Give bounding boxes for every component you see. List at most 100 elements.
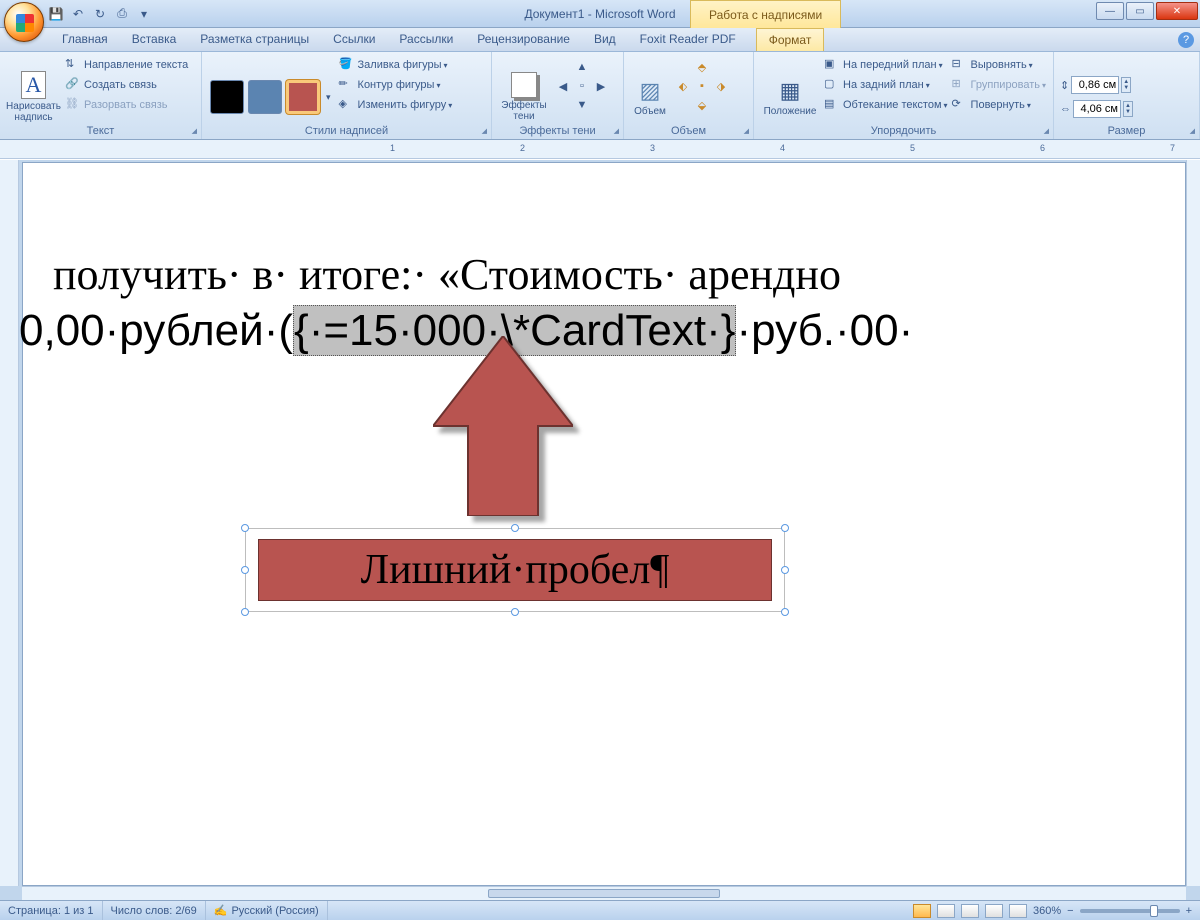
align-button[interactable]: ⊟Выровнять▾ — [952, 55, 1047, 75]
office-button[interactable] — [4, 2, 44, 42]
style-red-swatch[interactable] — [286, 80, 320, 114]
create-link-button[interactable]: 🔗Создать связь — [65, 75, 188, 95]
selection-handle-e[interactable] — [781, 566, 789, 574]
qat-save-icon[interactable]: 💾 — [46, 4, 66, 24]
height-spin-arrows[interactable]: ▲▼ — [1121, 77, 1131, 93]
view-outline-button[interactable] — [985, 904, 1003, 918]
doc-line-1[interactable]: получить· в· итоге:· «Стоимость· арендно — [53, 249, 841, 300]
textbox-shape[interactable]: Лишний·пробел¶ — [245, 528, 785, 612]
view-print-layout-button[interactable] — [913, 904, 931, 918]
status-language[interactable]: ✍Русский (Россия) — [206, 901, 328, 920]
tab-references[interactable]: Ссылки — [321, 28, 387, 51]
qat-redo-icon[interactable]: ↻ — [90, 4, 110, 24]
textbox-frame[interactable]: Лишний·пробел¶ — [245, 528, 785, 612]
style-black-swatch[interactable] — [210, 80, 244, 114]
status-word-count[interactable]: Число слов: 2/69 — [103, 901, 206, 920]
selection-handle-ne[interactable] — [781, 524, 789, 532]
shadow-group-label: Эффекты тени — [492, 125, 623, 137]
help-icon[interactable]: ? — [1178, 32, 1194, 48]
scrollbar-thumb[interactable] — [488, 889, 721, 898]
horizontal-ruler[interactable]: 1 2 3 4 5 6 7 — [0, 140, 1200, 159]
horizontal-scrollbar[interactable] — [22, 886, 1186, 900]
maximize-button[interactable]: ▭ — [1126, 2, 1154, 20]
qat-undo-icon[interactable]: ↶ — [68, 4, 88, 24]
nudge-left-icon[interactable]: ◀ — [554, 80, 572, 98]
nudge-center-icon[interactable]: ▫ — [573, 80, 591, 98]
style-blue-swatch[interactable] — [248, 80, 282, 114]
height-spinner[interactable]: ⇕ ▲▼ — [1060, 75, 1193, 95]
shape-fill-button[interactable]: 🪣Заливка фигуры▾ — [339, 55, 453, 75]
rotate-icon: ⟳ — [952, 97, 968, 113]
width-icon: ⇔ — [1060, 103, 1071, 115]
size-group-label: Размер — [1054, 125, 1199, 137]
tab-home[interactable]: Главная — [50, 28, 120, 51]
tab-format[interactable]: Формат — [756, 28, 825, 51]
qat-print-icon[interactable]: ⎙ — [112, 4, 132, 24]
width-input[interactable] — [1073, 100, 1121, 118]
text-direction-icon: ⇅ — [65, 57, 81, 73]
textbox-content[interactable]: Лишний·пробел¶ — [258, 539, 772, 601]
tab-foxit[interactable]: Foxit Reader PDF — [628, 28, 748, 51]
up-arrow-shape[interactable] — [433, 336, 573, 516]
change-shape-button[interactable]: ◈Изменить фигуру▾ — [339, 95, 453, 115]
selection-handle-n[interactable] — [511, 524, 519, 532]
selection-handle-nw[interactable] — [241, 524, 249, 532]
vertical-ruler[interactable] — [0, 160, 19, 886]
width-spinner[interactable]: ⇔ ▲▼ — [1060, 99, 1193, 119]
zoom-slider[interactable] — [1080, 909, 1180, 913]
group-icon: ⊞ — [952, 77, 968, 93]
vertical-scrollbar[interactable] — [1186, 160, 1200, 886]
break-link-button[interactable]: ⛓Разорвать связь — [65, 95, 188, 115]
status-page[interactable]: Страница: 1 из 1 — [0, 901, 103, 920]
status-zoom[interactable]: 360% — [1033, 905, 1061, 917]
zoom-out-button[interactable]: − — [1067, 905, 1073, 917]
shadow-square-icon — [511, 72, 537, 98]
selection-handle-w[interactable] — [241, 566, 249, 574]
style-gallery-more-icon[interactable]: ▾ — [326, 92, 331, 103]
paint-bucket-icon: 🪣 — [339, 57, 355, 73]
tab-mailings[interactable]: Рассылки — [387, 28, 465, 51]
send-back-button[interactable]: ▢На задний план▾ — [824, 75, 948, 95]
qat-dropdown-icon[interactable]: ▾ — [134, 4, 154, 24]
view-fullscreen-button[interactable] — [937, 904, 955, 918]
nudge-down-icon[interactable]: ▼ — [573, 99, 591, 117]
selection-handle-sw[interactable] — [241, 608, 249, 616]
tab-page-layout[interactable]: Разметка страницы — [188, 28, 321, 51]
width-spin-arrows[interactable]: ▲▼ — [1123, 101, 1133, 117]
selection-handle-s[interactable] — [511, 608, 519, 616]
tilt-down-icon[interactable]: ⬙ — [693, 99, 711, 117]
selection-handle-se[interactable] — [781, 608, 789, 616]
height-input[interactable] — [1071, 76, 1119, 94]
tab-insert[interactable]: Вставка — [120, 28, 189, 51]
text-a-icon: A — [21, 71, 47, 99]
rotate-button[interactable]: ⟳Повернуть▾ — [952, 95, 1047, 115]
link-icon: 🔗 — [65, 77, 81, 93]
view-web-button[interactable] — [961, 904, 979, 918]
shape-outline-button[interactable]: ✏Контур фигуры▾ — [339, 75, 453, 95]
close-button[interactable]: ✕ — [1156, 2, 1198, 20]
align-icon: ⊟ — [952, 57, 968, 73]
spellcheck-icon: ✍ — [214, 904, 228, 917]
text-group-label: Текст — [0, 125, 201, 137]
tab-review[interactable]: Рецензирование — [465, 28, 582, 51]
tab-view[interactable]: Вид — [582, 28, 628, 51]
minimize-button[interactable]: — — [1096, 2, 1124, 20]
tilt-left-icon[interactable]: ⬖ — [674, 80, 692, 98]
contextual-tab-title: Работа с надписями — [690, 0, 841, 28]
text-direction-button[interactable]: ⇅Направление текста — [65, 55, 188, 75]
arrange-group-label: Упорядочить — [754, 125, 1053, 137]
tilt-up-icon[interactable]: ⬘ — [693, 61, 711, 79]
nudge-right-icon[interactable]: ▶ — [592, 80, 610, 98]
zoom-slider-knob[interactable] — [1150, 905, 1158, 917]
text-wrap-button[interactable]: ▤Обтекание текстом▾ — [824, 95, 948, 115]
tilt-right-icon[interactable]: ⬗ — [712, 80, 730, 98]
tilt-center-icon[interactable]: ▪ — [693, 80, 711, 98]
nudge-up-icon[interactable]: ▲ — [573, 61, 591, 79]
page-canvas[interactable]: получить· в· итоге:· «Стоимость· арендно… — [22, 162, 1186, 886]
group-button[interactable]: ⊞Группировать▾ — [952, 75, 1047, 95]
ribbon: A Нарисовать надпись ⇅Направление текста… — [0, 52, 1200, 140]
view-draft-button[interactable] — [1009, 904, 1027, 918]
height-icon: ⇕ — [1060, 79, 1069, 92]
bring-front-button[interactable]: ▣На передний план▾ — [824, 55, 948, 75]
zoom-in-button[interactable]: + — [1186, 905, 1192, 917]
